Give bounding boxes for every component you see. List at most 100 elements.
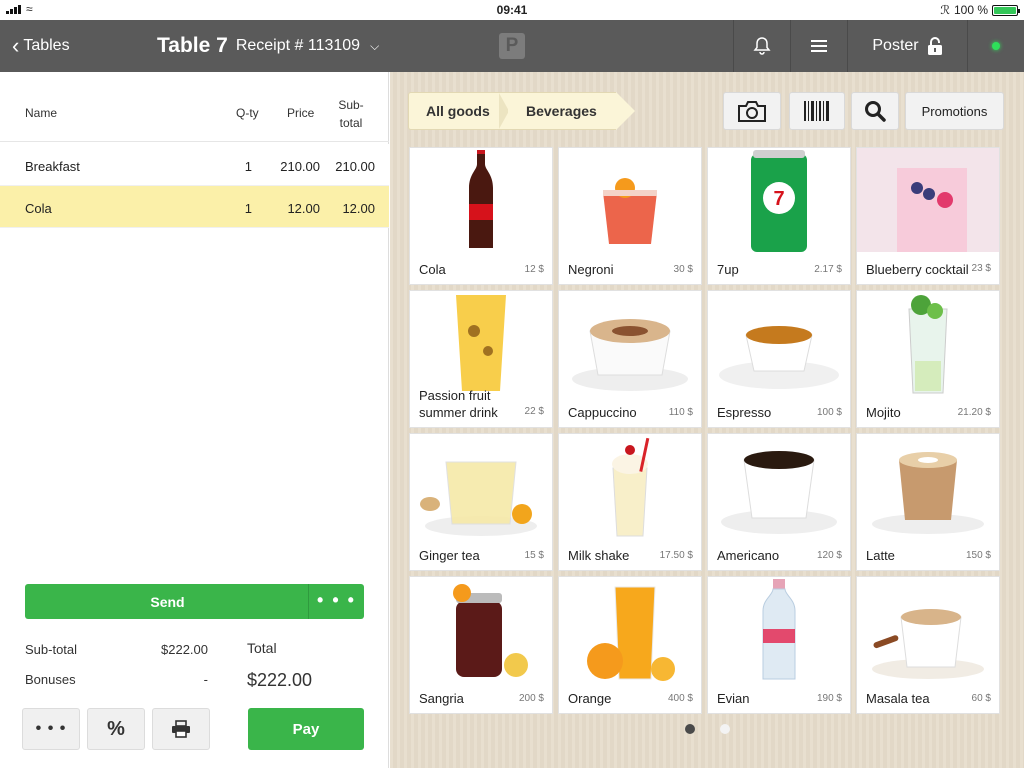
product-price: 17.50 $ xyxy=(659,550,693,561)
item-price: 12.00 xyxy=(287,201,320,216)
column-subtotal: Sub-total xyxy=(338,98,364,130)
item-price: 210.00 xyxy=(280,159,320,174)
product-price: 190 $ xyxy=(816,693,842,704)
product-card-blueberry-cocktail[interactable]: Blueberry cocktail 23 $ xyxy=(856,147,1000,285)
product-card-milk-shake[interactable]: Milk shake 17.50 $ xyxy=(558,433,702,571)
back-to-tables-button[interactable]: ‹ Tables xyxy=(12,20,70,72)
item-subtotal: 12.00 xyxy=(342,201,375,216)
hamburger-icon xyxy=(811,40,827,52)
product-card-cola[interactable]: Cola 12 $ xyxy=(409,147,553,285)
orange-juice-image xyxy=(559,577,701,681)
order-row[interactable]: Breakfast 1 210.00 210.00 xyxy=(0,144,389,186)
table-title: Table 7 xyxy=(157,34,228,57)
product-price: 2.17 $ xyxy=(814,264,842,275)
product-name: Ginger tea xyxy=(419,548,480,563)
bonuses-label: Bonuses xyxy=(25,672,76,687)
product-price: 120 $ xyxy=(816,550,842,561)
product-card-mojito[interactable]: Mojito 21.20 $ xyxy=(856,290,1000,428)
online-indicator-icon xyxy=(992,42,1000,50)
poster-logo: P xyxy=(499,33,525,59)
product-card-cappuccino[interactable]: Cappuccino 110 $ xyxy=(558,290,702,428)
product-name: Blueberry cocktail xyxy=(866,262,969,277)
barcode-button[interactable] xyxy=(789,92,845,130)
product-price: 110 $ xyxy=(668,407,693,418)
more-options-button[interactable]: • • • xyxy=(22,708,80,750)
menu-button[interactable] xyxy=(790,20,847,72)
poster-lock-button[interactable]: Poster xyxy=(847,20,967,72)
item-qty: 1 xyxy=(244,201,252,216)
product-name: Sangria xyxy=(419,691,464,706)
total-value: $222.00 xyxy=(247,670,313,690)
chevron-down-icon: ⌵ xyxy=(370,38,380,53)
espresso-image xyxy=(708,291,850,395)
order-row-selected[interactable]: Cola 1 12.00 12.00 xyxy=(0,186,389,228)
notifications-button[interactable] xyxy=(733,20,790,72)
page-dot-2[interactable] xyxy=(719,724,730,734)
breadcrumb-beverages[interactable]: Beverages xyxy=(508,92,635,130)
latte-image xyxy=(857,434,999,538)
product-price: 200 $ xyxy=(518,693,544,704)
milk-shake-image xyxy=(559,434,701,538)
product-name: Orange xyxy=(568,691,612,706)
passion-fruit-drink-image xyxy=(410,291,552,395)
blueberry-cocktail-image xyxy=(857,148,999,252)
promotions-button[interactable]: Promotions xyxy=(905,92,1004,130)
product-price: 23 $ xyxy=(971,263,991,274)
product-price: 21.20 $ xyxy=(957,407,991,418)
battery-percent: 100 % xyxy=(953,3,988,17)
item-name: Cola xyxy=(25,201,52,216)
receipt-selector[interactable]: Table 7 Receipt # 113109 ⌵ xyxy=(157,20,379,72)
nav-bar: ‹ Tables Table 7 Receipt # 113109 ⌵ P Po… xyxy=(0,20,1024,72)
product-card-espresso[interactable]: Espresso 100 $ xyxy=(707,290,851,428)
status-bar: ≈ 09:41 ℛ 100 % xyxy=(0,0,1024,20)
product-name: Milk shake xyxy=(568,548,630,563)
product-name: Evian xyxy=(717,691,750,706)
product-card-orange[interactable]: Orange 400 $ xyxy=(558,576,702,714)
americano-image xyxy=(708,434,850,538)
svg-text:7: 7 xyxy=(773,188,784,210)
status-right: ℛ 100 % xyxy=(940,3,1020,17)
camera-icon xyxy=(738,101,766,122)
print-button[interactable] xyxy=(152,708,210,750)
receipt-label: Receipt # 113109 xyxy=(235,37,361,54)
product-card-evian[interactable]: Evian 190 $ xyxy=(707,576,851,714)
printer-icon xyxy=(172,720,190,738)
7up-can-image: 7 xyxy=(708,148,850,252)
page-dot-1[interactable] xyxy=(684,724,695,734)
product-name: Passion fruit summer drink xyxy=(419,388,498,420)
subtotal-value: $222.00 xyxy=(161,642,208,657)
product-price: 60 $ xyxy=(971,693,991,704)
catalog-panel: All goods Beverages Promotions Cola 12 $ xyxy=(390,72,1024,768)
order-panel: Name Q-ty Price Sub-total Breakfast 1 21… xyxy=(0,72,389,768)
sangria-image xyxy=(410,577,552,681)
product-card-passion-fruit[interactable]: Passion fruit summer drink 22 $ xyxy=(409,290,553,428)
product-price: 100 $ xyxy=(816,407,842,418)
product-card-sangria[interactable]: Sangria 200 $ xyxy=(409,576,553,714)
negroni-image xyxy=(559,148,701,252)
discount-button[interactable]: % xyxy=(87,708,145,750)
product-card-masala-tea[interactable]: Masala tea 60 $ xyxy=(856,576,1000,714)
breadcrumb-all-goods[interactable]: All goods xyxy=(408,92,509,130)
item-subtotal: 210.00 xyxy=(335,159,375,174)
mojito-image xyxy=(857,291,999,395)
camera-button[interactable] xyxy=(723,92,781,130)
product-name: Mojito xyxy=(866,405,901,420)
product-name: Negroni xyxy=(568,262,614,277)
search-button[interactable] xyxy=(851,92,899,130)
product-card-americano[interactable]: Americano 120 $ xyxy=(707,433,851,571)
send-button[interactable]: Send • • • xyxy=(25,584,364,619)
send-options-button[interactable]: • • • xyxy=(308,584,364,619)
column-qty: Q-ty xyxy=(236,106,259,120)
order-actions: • • • % Pay xyxy=(0,708,389,750)
product-card-latte[interactable]: Latte 150 $ xyxy=(856,433,1000,571)
item-name: Breakfast xyxy=(25,159,80,174)
product-card-ginger-tea[interactable]: Ginger tea 15 $ xyxy=(409,433,553,571)
product-name: Masala tea xyxy=(866,691,930,706)
product-card-7up[interactable]: 7 7up 2.17 $ xyxy=(707,147,851,285)
product-card-negroni[interactable]: Negroni 30 $ xyxy=(558,147,702,285)
product-price: 12 $ xyxy=(524,264,544,275)
lock-icon xyxy=(927,37,942,55)
pay-button[interactable]: Pay xyxy=(248,708,364,750)
back-label: Tables xyxy=(23,37,70,54)
masala-tea-image xyxy=(857,577,999,681)
